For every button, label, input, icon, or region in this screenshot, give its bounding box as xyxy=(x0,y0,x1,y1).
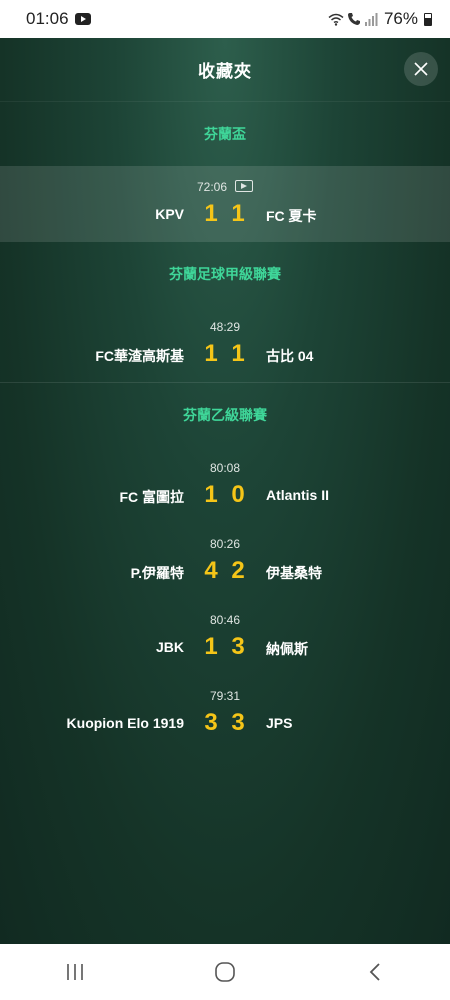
league-title[interactable]: 芬蘭盃 xyxy=(0,102,450,166)
battery-icon xyxy=(424,12,432,26)
favorites-panel: 收藏夾 芬蘭盃 72:06 KPV 1 1 FC 夏卡 芬蘭足球甲級聯賽 48:… xyxy=(0,38,450,944)
home-team: Kuopion Elo 1919 xyxy=(66,715,184,731)
away-score: 1 xyxy=(231,200,245,227)
away-team: 伊基桑特 xyxy=(266,565,322,581)
away-team: 納佩斯 xyxy=(266,641,308,657)
status-right: 76% xyxy=(328,9,432,29)
close-icon xyxy=(414,62,428,76)
away-team: 古比 04 xyxy=(266,348,314,364)
back-button[interactable] xyxy=(345,952,405,992)
away-team: FC 夏卡 xyxy=(266,208,317,224)
away-score: 3 xyxy=(231,633,245,660)
battery-level: 76% xyxy=(383,9,418,28)
recents-icon xyxy=(67,964,83,980)
away-team: Atlantis II xyxy=(266,487,330,503)
panel-header: 收藏夾 xyxy=(0,38,450,102)
home-score: 1 xyxy=(204,633,218,660)
close-button[interactable] xyxy=(404,52,438,86)
match-time: 80:08 xyxy=(209,461,241,475)
wifi-icon xyxy=(328,13,344,26)
match-row[interactable]: 80:46 JBK 1 3 納佩斯 xyxy=(0,599,450,675)
match-row[interactable]: 79:31 Kuopion Elo 1919 3 3 JPS xyxy=(0,675,450,751)
call-icon xyxy=(347,13,360,25)
match-time: 80:46 xyxy=(209,613,241,627)
status-icons xyxy=(328,12,378,26)
match-time-row: 72:06 xyxy=(0,180,450,194)
home-button[interactable] xyxy=(195,952,255,992)
league-title[interactable]: 芬蘭足球甲級聯賽 xyxy=(0,242,450,306)
home-team: FC 富圖拉 xyxy=(119,489,184,505)
match-row[interactable]: 48:29 FC華渣高斯基 1 1 古比 04 xyxy=(0,306,450,382)
away-score: 1 xyxy=(231,340,245,367)
status-left: 01:06 xyxy=(26,9,91,29)
home-score: 1 xyxy=(204,200,218,227)
back-icon xyxy=(369,963,380,981)
match-row[interactable]: 80:08 FC 富圖拉 1 0 Atlantis II xyxy=(0,447,450,523)
navigation-bar xyxy=(0,944,450,1000)
recents-button[interactable] xyxy=(45,952,105,992)
status-time: 01:06 xyxy=(26,9,69,28)
home-team: P.伊羅特 xyxy=(130,565,184,581)
match-row[interactable]: 72:06 KPV 1 1 FC 夏卡 xyxy=(0,166,450,242)
away-team: JPS xyxy=(266,715,293,731)
league-title[interactable]: 芬蘭乙級聯賽 xyxy=(0,383,450,447)
home-score: 1 xyxy=(204,481,218,508)
home-score: 1 xyxy=(204,340,218,367)
match-row[interactable]: 80:26 P.伊羅特 4 2 伊基桑特 xyxy=(0,523,450,599)
home-team: FC華渣高斯基 xyxy=(95,348,184,364)
signal-icon xyxy=(364,12,378,26)
home-icon xyxy=(215,962,235,982)
match-time: 79:31 xyxy=(209,689,241,703)
away-score: 3 xyxy=(231,709,245,736)
match-time: 48:29 xyxy=(209,320,241,334)
away-score: 2 xyxy=(231,557,245,584)
youtube-icon xyxy=(74,13,91,25)
page-title: 收藏夾 xyxy=(198,62,252,81)
status-bar: 01:06 76% xyxy=(0,0,450,38)
video-icon[interactable] xyxy=(235,180,254,192)
home-team: KPV xyxy=(155,206,184,222)
match-time: 80:26 xyxy=(209,537,241,551)
home-score: 3 xyxy=(204,709,218,736)
home-team: JBK xyxy=(155,639,184,655)
away-score: 0 xyxy=(231,481,245,508)
home-score: 4 xyxy=(204,557,218,584)
match-time: 72:06 xyxy=(196,180,228,194)
